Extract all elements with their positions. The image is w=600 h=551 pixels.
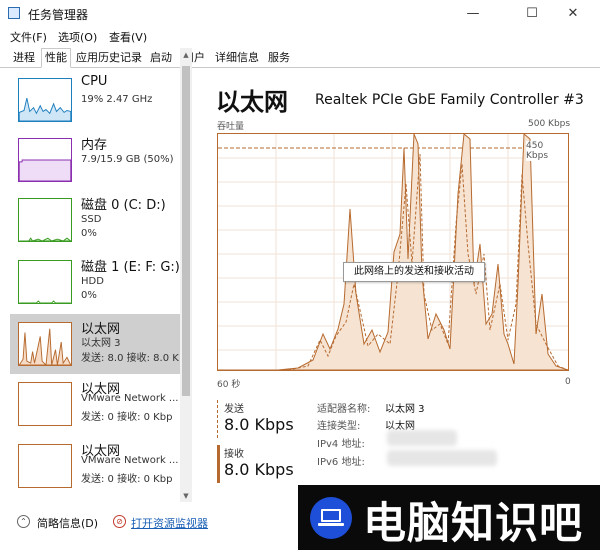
- adapter-name-value: 以太网 3: [385, 404, 425, 415]
- throughput-graph: 450 Kbps: [217, 133, 569, 371]
- resource-disk-0[interactable]: 磁盘 0 (C: D:) SSD 0%: [10, 190, 180, 250]
- adapter-model: Realtek PCIe GbE Family Controller #3: [315, 92, 584, 108]
- resource-title: CPU: [81, 74, 108, 89]
- receive-value: 8.0 Kbps: [224, 460, 294, 479]
- tab-processes[interactable]: 进程: [10, 49, 38, 67]
- ipv6-redacted: [387, 450, 497, 466]
- vmware-2-thumbnail: [18, 444, 72, 488]
- open-resource-monitor-link[interactable]: 打开资源监视器: [131, 515, 208, 531]
- maximize-button[interactable]: ☐: [514, 0, 550, 28]
- tab-startup[interactable]: 启动: [147, 49, 175, 67]
- detail-heading: 以太网: [216, 88, 288, 116]
- time-window-right: 0: [565, 377, 571, 387]
- fewer-details-button[interactable]: 简略信息(D): [37, 515, 98, 531]
- scroll-down-icon[interactable]: ▼: [180, 489, 192, 503]
- ipv6-key: IPv6 地址:: [317, 457, 365, 468]
- window-title: 任务管理器: [28, 8, 89, 22]
- tab-services[interactable]: 服务: [265, 49, 293, 67]
- ethernet-detail-panel: 以太网 Realtek PCIe GbE Family Controller #…: [197, 70, 600, 502]
- send-value: 8.0 Kbps: [224, 415, 294, 434]
- resource-title: 磁盘 0 (C: D:): [81, 198, 166, 213]
- tab-bar: 进程 性能 应用历史记录 启动 用户 详细信息 服务: [0, 46, 600, 68]
- scrollbar-thumb[interactable]: [182, 66, 190, 396]
- resource-subtitle: 7.9/15.9 GB (50%): [81, 154, 174, 165]
- resource-subtitle: 以太网 3: [81, 338, 121, 349]
- tab-details[interactable]: 详细信息: [212, 49, 262, 67]
- menu-options[interactable]: 选项(O): [58, 29, 97, 45]
- resource-usage: 0%: [81, 228, 97, 239]
- resource-list-scrollbar[interactable]: ▲ ▼: [180, 48, 192, 503]
- laptop-icon: [310, 497, 352, 539]
- graph-tooltip: 此网络上的发送和接收活动: [343, 262, 485, 282]
- throughput-max-label: 500 Kbps: [528, 119, 571, 129]
- adapter-name-key: 适配器名称:: [317, 404, 371, 415]
- vmware-1-thumbnail: [18, 382, 72, 426]
- resource-subtitle: VMware Network ...: [81, 393, 179, 404]
- ipv4-redacted: [387, 430, 457, 446]
- send-indicator: [217, 400, 218, 438]
- resource-subtitle: SSD: [81, 214, 102, 225]
- time-window-left: 60 秒: [217, 380, 241, 390]
- connection-type-key: 连接类型:: [317, 421, 361, 432]
- resource-throughput: 发送: 0 接收: 0 Kbp: [81, 474, 173, 485]
- cpu-thumbnail: [18, 78, 72, 122]
- resource-throughput: 发送: 8.0 接收: 8.0 K: [81, 353, 179, 364]
- tab-app-history[interactable]: 应用历史记录: [73, 49, 145, 67]
- memory-thumbnail: [18, 138, 72, 182]
- receive-label: 接收: [224, 449, 244, 460]
- laptop-icon-glyph: [318, 509, 344, 526]
- throughput-label: 吞吐量: [217, 122, 245, 132]
- watermark-banner: 电脑知识吧: [298, 485, 600, 550]
- receive-indicator: [217, 445, 220, 483]
- task-manager-icon: [8, 7, 20, 19]
- menu-file[interactable]: 文件(F): [10, 29, 47, 45]
- resource-usage: 0%: [81, 290, 97, 301]
- send-label: 发送: [224, 404, 244, 415]
- throughput-graph-canvas: [218, 134, 568, 370]
- disk-0-thumbnail: [18, 198, 72, 242]
- disk-1-thumbnail: [18, 260, 72, 304]
- throughput-mid-label: 450 Kbps: [526, 141, 568, 161]
- watermark-text: 电脑知识吧: [363, 499, 583, 549]
- ipv4-key: IPv4 地址:: [317, 439, 365, 450]
- resource-throughput: 发送: 0 接收: 0 Kbp: [81, 412, 173, 423]
- close-button[interactable]: ✕: [555, 0, 591, 28]
- tab-performance[interactable]: 性能: [41, 48, 71, 68]
- resource-vmware-network-2[interactable]: 以太网 VMware Network ... 发送: 0 接收: 0 Kbp: [10, 436, 180, 496]
- resource-disk-1[interactable]: 磁盘 1 (E: F: G:) HDD 0%: [10, 252, 180, 312]
- resource-monitor-icon: ⊘: [113, 515, 126, 528]
- resource-subtitle: 19% 2.47 GHz: [81, 94, 153, 105]
- menu-bar: 文件(F) 选项(O) 查看(V): [0, 28, 600, 46]
- menu-view[interactable]: 查看(V): [109, 29, 147, 45]
- resource-vmware-network-1[interactable]: 以太网 VMware Network ... 发送: 0 接收: 0 Kbp: [10, 374, 180, 434]
- ethernet-3-thumbnail: [18, 322, 72, 366]
- resource-title: 磁盘 1 (E: F: G:): [81, 260, 180, 275]
- resource-ethernet-3[interactable]: 以太网 以太网 3 发送: 8.0 接收: 8.0 K: [10, 314, 180, 374]
- resource-list: CPU 19% 2.47 GHz 内存 7.9/15.9 GB (50%) 磁盘…: [10, 70, 192, 502]
- scroll-up-icon[interactable]: ▲: [180, 48, 192, 62]
- resource-subtitle: VMware Network ...: [81, 455, 179, 466]
- minimize-button[interactable]: —: [455, 0, 491, 28]
- title-bar: 任务管理器 — ☐ ✕: [0, 0, 600, 28]
- resource-memory[interactable]: 内存 7.9/15.9 GB (50%): [10, 130, 180, 190]
- resource-subtitle: HDD: [81, 276, 104, 287]
- collapse-icon[interactable]: ⌃: [17, 515, 30, 528]
- resource-title: 内存: [81, 138, 108, 153]
- resource-cpu[interactable]: CPU 19% 2.47 GHz: [10, 70, 180, 130]
